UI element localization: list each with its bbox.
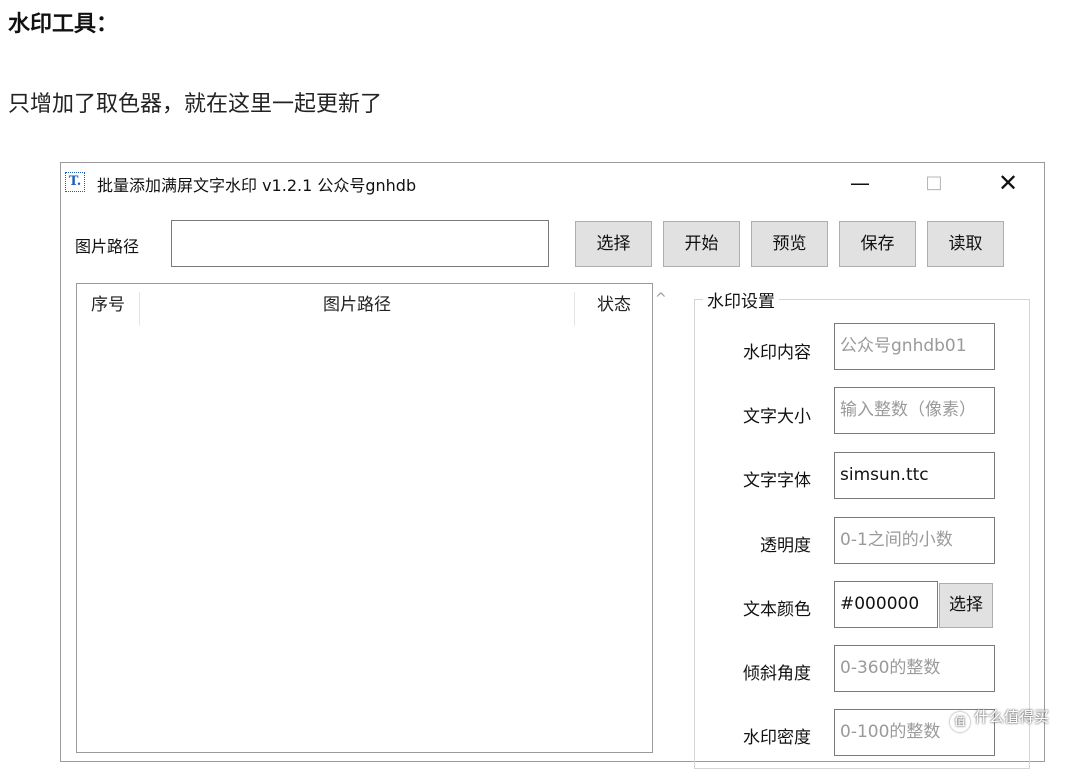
article-text: 只增加了取色器，就在这里一起更新了 xyxy=(8,92,383,117)
column-header-index[interactable]: 序号 xyxy=(77,284,139,326)
color-picker-button[interactable]: 选择 xyxy=(939,583,993,628)
window-title: 批量添加满屏文字水印 v1.2.1 公众号gnhdb xyxy=(97,176,417,195)
save-button[interactable]: 保存 xyxy=(839,221,916,267)
opacity-value: 0-1之间的小数 xyxy=(840,530,953,550)
file-list[interactable]: 序号 图片路径 状态 xyxy=(76,283,653,753)
font-size-value: 输入整数（像素） xyxy=(840,400,976,420)
article-heading: 水印工具： xyxy=(8,12,119,37)
font-family-label: 文字字体 xyxy=(743,471,811,491)
watermark-settings-title: 水印设置 xyxy=(703,287,779,312)
preview-button[interactable]: 预览 xyxy=(751,221,828,267)
title-bar[interactable]: T. 批量添加满屏文字水印 v1.2.1 公众号gnhdb — □ ✕ xyxy=(61,163,1044,203)
tilt-angle-value: 0-360的整数 xyxy=(840,658,941,678)
image-path-label: 图片路径 xyxy=(75,237,140,256)
font-family-input[interactable]: simsun.ttc xyxy=(834,452,995,499)
watermark-content-value: 公众号gnhdb01 xyxy=(840,336,967,356)
select-button[interactable]: 选择 xyxy=(575,221,652,267)
font-size-input[interactable]: 输入整数（像素） xyxy=(834,387,995,434)
load-button[interactable]: 读取 xyxy=(927,221,1004,267)
density-label: 水印密度 xyxy=(743,728,811,748)
minimize-button[interactable]: — xyxy=(837,167,883,199)
font-size-label: 文字大小 xyxy=(743,407,811,427)
density-value: 0-100的整数 xyxy=(840,722,941,742)
tilt-angle-label: 倾斜角度 xyxy=(743,664,811,684)
text-color-value: #000000 xyxy=(840,594,920,614)
close-button[interactable]: ✕ xyxy=(985,167,1031,199)
text-color-input[interactable]: #000000 xyxy=(834,581,938,628)
opacity-label: 透明度 xyxy=(760,536,811,556)
text-color-label: 文本颜色 xyxy=(743,600,811,620)
start-button[interactable]: 开始 xyxy=(663,221,740,267)
app-window: T. 批量添加满屏文字水印 v1.2.1 公众号gnhdb — □ ✕ 图片路径… xyxy=(60,162,1045,769)
watermark-content-label: 水印内容 xyxy=(743,343,811,363)
column-header-path[interactable]: 图片路径 xyxy=(140,284,574,326)
opacity-input[interactable]: 0-1之间的小数 xyxy=(834,517,995,564)
column-header-status[interactable]: 状态 xyxy=(575,284,653,326)
tilt-angle-input[interactable]: 0-360的整数 xyxy=(834,645,995,692)
app-icon: T. xyxy=(65,172,85,192)
watermark-content-input[interactable]: 公众号gnhdb01 xyxy=(834,323,995,370)
file-list-header: 序号 图片路径 状态 xyxy=(77,284,652,326)
site-watermark-text: 什么值得买 xyxy=(974,708,1050,726)
font-family-value: simsun.ttc xyxy=(840,465,929,485)
maximize-button[interactable]: □ xyxy=(911,167,957,199)
site-watermark: 值什么值得买 xyxy=(950,706,1049,732)
scroll-up-icon[interactable]: ^ xyxy=(655,291,667,307)
site-logo-icon: 值 xyxy=(950,712,970,732)
image-path-input[interactable] xyxy=(171,220,549,267)
